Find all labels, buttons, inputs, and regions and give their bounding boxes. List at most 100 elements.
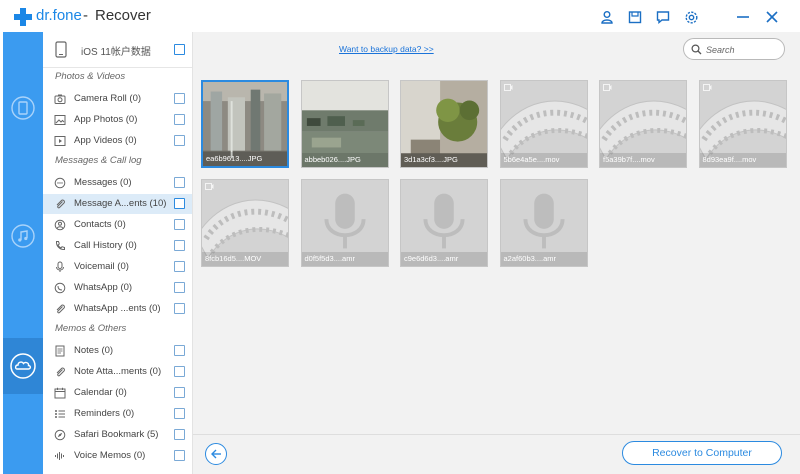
category-checkbox[interactable] — [174, 198, 185, 209]
paperclip-icon — [56, 304, 65, 314]
category-checkbox[interactable] — [174, 114, 185, 125]
phone-icon — [55, 241, 65, 251]
file-name: 3d1a3cf3....JPG — [401, 153, 487, 167]
recover-to-computer-button[interactable]: Recover to Computer — [622, 441, 782, 465]
file-thumbnail[interactable]: 8d93ea9f....mov — [698, 80, 787, 168]
category-checkbox[interactable] — [174, 366, 185, 377]
category-checkbox[interactable] — [174, 345, 185, 356]
file-name: 8d93ea9f....mov — [699, 153, 786, 167]
category-checkbox[interactable] — [174, 177, 185, 188]
settings-icon[interactable] — [682, 8, 700, 26]
category-label: Notes (0) — [74, 345, 114, 356]
file-name: ea6b9613....JPG — [203, 152, 287, 166]
category-label: Safari Bookmark (5) — [74, 429, 159, 440]
category-item[interactable]: Call History (0) — [43, 236, 192, 256]
category-checkbox[interactable] — [174, 93, 185, 104]
file-thumbnail[interactable]: ea6b9613....JPG — [201, 80, 289, 168]
category-label: Call History (0) — [74, 240, 137, 251]
category-item[interactable]: Note Atta...ments (0) — [43, 362, 192, 382]
paperclip-icon — [56, 199, 65, 209]
device-row[interactable]: iOS 11帐户数据 — [43, 32, 192, 68]
category-checkbox[interactable] — [174, 303, 185, 314]
file-name: f5a39b7f....mov — [600, 153, 686, 167]
category-checkbox[interactable] — [174, 135, 185, 146]
category-label: Contacts (0) — [74, 219, 126, 230]
itunes-recover-icon[interactable] — [3, 208, 43, 264]
main-topbar: Want to backup data? >> — [193, 32, 800, 68]
file-thumbnail[interactable]: d0f5f5d3....amr — [300, 179, 389, 267]
file-thumbnail[interactable]: 5b6e4a5e....mov — [499, 80, 588, 168]
file-thumbnail[interactable]: a2af60b3....amr — [499, 179, 588, 267]
category-item[interactable]: Reminders (0) — [43, 404, 192, 424]
video-badge-icon — [702, 84, 711, 91]
category-item[interactable]: Messages (0) — [43, 173, 192, 193]
category-item[interactable]: Voice Memos (0) — [43, 446, 192, 466]
category-item[interactable]: App Videos (0) — [43, 131, 192, 151]
file-thumbnail[interactable]: f5a39b7f....mov — [599, 80, 687, 168]
category-label: Voicemail (0) — [74, 261, 129, 272]
drfone-logo-icon — [14, 8, 32, 26]
notes-icon — [55, 345, 65, 357]
file-name: a2af60b3....amr — [500, 252, 587, 266]
category-item[interactable]: Notes (0) — [43, 341, 192, 361]
category-label: Calendar (0) — [74, 387, 127, 398]
category-item[interactable]: Safari Bookmark (5) — [43, 425, 192, 445]
back-button[interactable] — [205, 443, 227, 465]
category-checkbox[interactable] — [174, 219, 185, 230]
contact-icon — [54, 219, 66, 231]
minimize-icon[interactable] — [734, 8, 752, 26]
phone-device-icon — [55, 41, 67, 58]
app-window: dr.fone - Recover iOS 11帐户数据 Photos & Vi… — [0, 0, 800, 474]
category-item[interactable]: WhatsApp ...ents (0) — [43, 299, 192, 319]
category-label: App Photos (0) — [74, 114, 138, 125]
brand-name: dr.fone — [36, 7, 82, 24]
category-checkbox[interactable] — [174, 240, 185, 251]
category-item[interactable]: Camera Roll (0) — [43, 89, 192, 109]
compass-icon — [54, 429, 66, 441]
device-recover-icon[interactable] — [3, 80, 43, 136]
device-select-checkbox[interactable] — [174, 44, 185, 55]
category-label: Reminders (0) — [74, 408, 135, 419]
calendar-icon — [54, 387, 66, 399]
category-item[interactable]: WhatsApp (0) — [43, 278, 192, 298]
section-title: Memos & Others — [55, 323, 127, 334]
category-label: Camera Roll (0) — [74, 93, 142, 104]
close-icon[interactable] — [763, 8, 781, 26]
search-input[interactable] — [706, 42, 780, 57]
category-checkbox[interactable] — [174, 282, 185, 293]
backup-link[interactable]: Want to backup data? >> — [339, 44, 434, 54]
category-item[interactable]: Message A...ents (10) — [43, 194, 192, 214]
search-box — [683, 38, 785, 60]
message-icon — [54, 177, 66, 189]
file-thumbnail[interactable]: 8fcb16d5....MOV — [201, 179, 289, 267]
icloud-recover-icon[interactable] — [3, 338, 43, 394]
category-checkbox[interactable] — [174, 450, 185, 461]
category-label: Note Atta...ments (0) — [74, 366, 162, 377]
category-item[interactable]: Calendar (0) — [43, 383, 192, 403]
mode-rail — [3, 32, 43, 474]
category-label: Voice Memos (0) — [74, 450, 146, 461]
file-name: abbeb026....JPG — [301, 153, 388, 167]
category-label: WhatsApp (0) — [74, 282, 133, 293]
file-thumbnail[interactable]: abbeb026....JPG — [300, 80, 389, 168]
waveform-icon — [55, 452, 64, 460]
whatsapp-icon — [54, 282, 66, 294]
save-icon[interactable] — [626, 8, 644, 26]
file-thumbnail[interactable]: 3d1a3cf3....JPG — [400, 80, 488, 168]
video-badge-icon — [503, 84, 512, 91]
category-item[interactable]: App Photos (0) — [43, 110, 192, 130]
category-item[interactable]: Contacts (0) — [43, 215, 192, 235]
video-badge-icon — [205, 183, 214, 190]
title-bar: dr.fone - Recover — [0, 0, 800, 32]
category-checkbox[interactable] — [174, 387, 185, 398]
file-thumbnail[interactable]: c9e6d6d3....amr — [400, 179, 488, 267]
window-title: Recover — [95, 7, 151, 24]
category-item[interactable]: Voicemail (0) — [43, 257, 192, 277]
category-checkbox[interactable] — [174, 261, 185, 272]
paperclip-icon — [56, 367, 65, 377]
category-checkbox[interactable] — [174, 408, 185, 419]
user-icon[interactable] — [598, 8, 616, 26]
chat-icon[interactable] — [654, 8, 672, 26]
category-checkbox[interactable] — [174, 429, 185, 440]
arrow-left-icon — [211, 449, 221, 459]
